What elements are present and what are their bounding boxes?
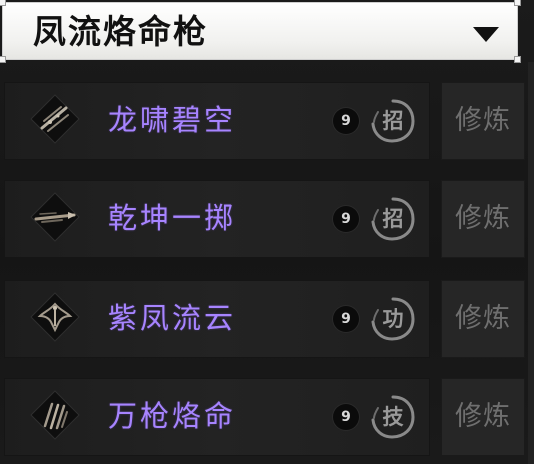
skill-level-badge: 9 [333,404,359,430]
slash-scroll-icon [30,94,80,144]
train-button[interactable]: 修炼 [441,280,525,358]
skill-type-seal: 招 [370,196,416,242]
skill-type-seal: 功 [370,296,416,342]
skill-type-label: 招 [382,108,404,133]
frame-corner [514,56,521,63]
panel-edge [528,62,534,464]
skill-type-label: 招 [382,206,404,231]
phoenix-icon [30,292,80,342]
skill-level-badge: 9 [333,108,359,134]
skill-type-seal: 技 [370,394,416,440]
claw-strike-icon [30,390,80,440]
frame-corner [514,0,521,6]
skill-type-seal: 招 [370,98,416,144]
skill-row[interactable]: 万枪烙命 9 技 [4,378,430,456]
skill-row[interactable]: 龙啸碧空 9 招 [4,82,430,160]
train-button[interactable]: 修炼 [441,180,525,258]
skill-type-label: 功 [382,306,404,331]
skill-name: 龙啸碧空 [108,103,237,137]
skill-level-badge: 9 [333,306,359,332]
skill-level-badge: 9 [333,206,359,232]
train-button[interactable]: 修炼 [441,378,525,456]
skill-name: 乾坤一掷 [108,201,237,235]
skill-name: 紫凤流云 [108,301,237,335]
skill-name: 万枪烙命 [108,399,237,433]
frame-corner [0,56,6,63]
train-button[interactable]: 修炼 [441,82,525,160]
skill-panel: { "header": { "title": "凤流烙命枪", "dropdow… [0,0,534,464]
skill-row[interactable]: 乾坤一掷 9 招 [4,180,430,258]
frame-corner [0,0,6,6]
weapon-school-dropdown[interactable]: 凤流烙命枪 [0,0,521,63]
spear-throw-icon [30,192,80,242]
skill-type-label: 技 [382,404,404,429]
weapon-school-title: 凤流烙命枪 [33,12,208,51]
chevron-down-icon[interactable] [473,27,499,42]
skill-row[interactable]: 紫凤流云 9 功 [4,280,430,358]
